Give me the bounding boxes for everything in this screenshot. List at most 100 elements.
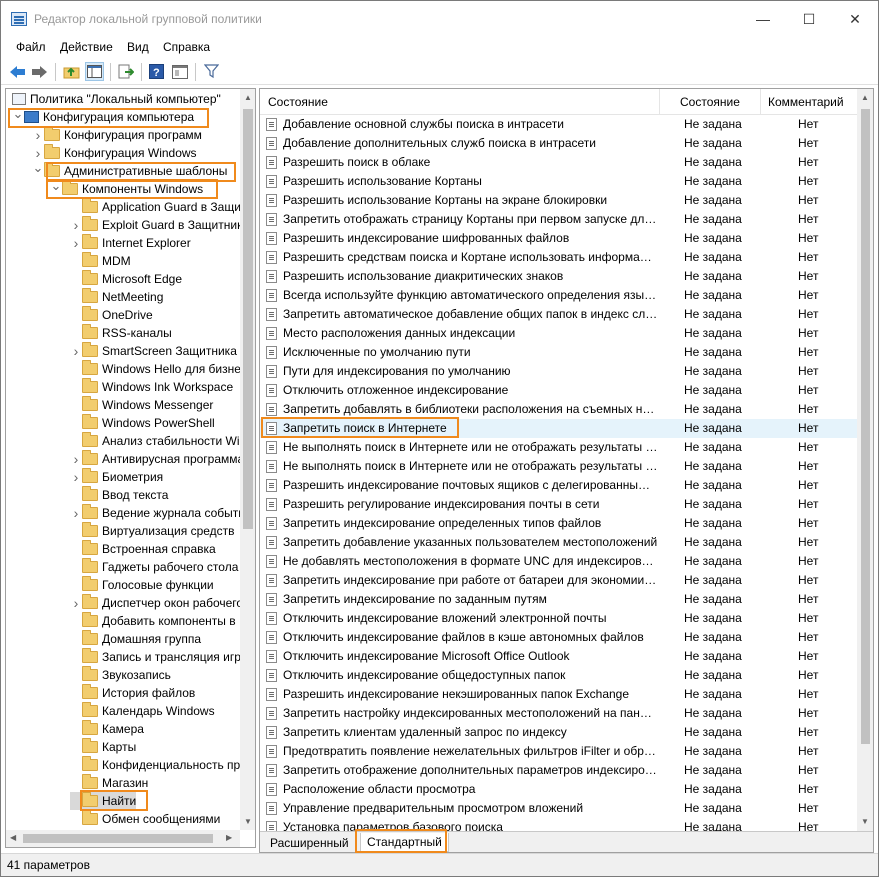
policy-row[interactable]: Запретить настройку индексированных мест… xyxy=(260,704,857,723)
tree-item[interactable]: Камера xyxy=(70,720,144,738)
tree-item[interactable]: ⌄ Компоненты Windows xyxy=(50,177,204,198)
policy-row[interactable]: Отключить индексирование Microsoft Offic… xyxy=(260,647,857,666)
policy-row[interactable]: Запретить добавлять в библиотеки располо… xyxy=(260,400,857,419)
policy-row[interactable]: Запретить автоматическое добавление общи… xyxy=(260,305,857,324)
policy-row[interactable]: Разрешить индексирование некэшированных … xyxy=(260,685,857,704)
tree-item[interactable]: › Exploit Guard в Защитнике xyxy=(70,216,240,234)
tree-item[interactable]: Магазин xyxy=(70,774,148,792)
chevron-right-icon[interactable]: › xyxy=(32,126,44,144)
tree-item[interactable]: Звукозапись xyxy=(70,666,171,684)
list-vertical-scrollbar[interactable]: ▲ ▼ xyxy=(857,89,873,831)
tree-item[interactable]: Windows Messenger xyxy=(70,396,213,414)
tree-item[interactable]: Microsoft Edge xyxy=(70,270,182,288)
chevron-down-icon[interactable]: ⌄ xyxy=(12,105,24,123)
tree-item[interactable]: › SmartScreen Защитника xyxy=(70,342,237,360)
tree-item[interactable]: ⌄ Конфигурация компьютера xyxy=(12,105,195,126)
tree-item[interactable]: Windows PowerShell xyxy=(70,414,215,432)
policy-row[interactable]: Пути для индексирования по умолчанию Не з… xyxy=(260,362,857,381)
policy-row[interactable]: Место расположения данных индексации Не з… xyxy=(260,324,857,343)
policy-row[interactable]: Добавление дополнительных служб поиска в… xyxy=(260,134,857,153)
tree-item[interactable]: Обмен сообщениями xyxy=(70,810,220,828)
policy-row[interactable]: Не выполнять поиск в Интернете или не от… xyxy=(260,457,857,476)
tree-item[interactable]: Домашняя группа xyxy=(70,630,201,648)
tree-item[interactable]: Добавить компоненты в xyxy=(70,612,236,630)
policy-row[interactable]: Разрешить индексирование шифрованных фай… xyxy=(260,229,857,248)
policy-row[interactable]: Запретить отображать страницу Кортаны пр… xyxy=(260,210,857,229)
tab-extended[interactable]: Расширенный xyxy=(264,833,355,852)
close-button[interactable]: ✕ xyxy=(832,1,878,37)
tree-item[interactable]: › Антивирусная программа xyxy=(70,450,240,468)
export-list-icon[interactable] xyxy=(116,62,135,81)
tree-item[interactable]: › Ведение журнала событий xyxy=(70,504,240,522)
tree-item[interactable]: › Internet Explorer xyxy=(70,234,191,252)
column-header-name[interactable]: Состояние xyxy=(268,95,328,109)
policy-row[interactable]: Не добавлять местоположения в формате UN… xyxy=(260,552,857,571)
policy-row[interactable]: Добавление основной службы поиска в интр… xyxy=(260,115,857,134)
chevron-right-icon[interactable]: › xyxy=(70,594,82,612)
tree-item[interactable]: NetMeeting xyxy=(70,288,163,306)
tree-item[interactable]: › Конфигурация программ xyxy=(32,126,202,144)
tree-item[interactable]: Календарь Windows xyxy=(70,702,215,720)
policy-row[interactable]: Разрешить использование Кортаны на экран… xyxy=(260,191,857,210)
menu-help[interactable]: Справка xyxy=(163,40,210,54)
chevron-down-icon[interactable]: ⌄ xyxy=(50,177,62,195)
tree-item[interactable]: RSS-каналы xyxy=(70,324,172,342)
tab-standard[interactable]: Стандартный xyxy=(360,833,449,852)
chevron-right-icon[interactable]: › xyxy=(70,216,82,234)
tree-item[interactable]: Windows Ink Workspace xyxy=(70,378,233,396)
policy-row[interactable]: Не выполнять поиск в Интернете или не от… xyxy=(260,438,857,457)
tree-item[interactable]: Карты xyxy=(70,738,136,756)
policy-row[interactable]: Запретить поиск в Интернете Не задана Нет xyxy=(260,419,857,438)
policy-row[interactable]: Исключенные по умолчанию пути Не задана Не… xyxy=(260,343,857,362)
column-header-comment[interactable]: Комментарий xyxy=(768,95,844,109)
chevron-right-icon[interactable]: › xyxy=(70,234,82,252)
tree-item[interactable]: Анализ стабильности Windows xyxy=(70,432,240,450)
maximize-button[interactable]: ☐ xyxy=(786,1,832,37)
tree-item[interactable]: Встроенная справка xyxy=(70,540,216,558)
policy-row[interactable]: Установка параметров базового поиска Не з… xyxy=(260,818,857,831)
tree-root[interactable]: Политика "Локальный компьютер" xyxy=(12,90,221,108)
chevron-right-icon[interactable]: › xyxy=(70,504,82,522)
tree-item[interactable]: Виртуализация средств xyxy=(70,522,235,540)
policy-row[interactable]: Разрешить индексирование почтовых ящиков… xyxy=(260,476,857,495)
policy-row[interactable]: Всегда используйте функцию автоматическо… xyxy=(260,286,857,305)
chevron-right-icon[interactable]: › xyxy=(70,450,82,468)
tree-item[interactable]: Найти xyxy=(70,792,137,810)
policy-row[interactable]: Отключить индексирование общедоступных п… xyxy=(260,666,857,685)
chevron-right-icon[interactable]: › xyxy=(70,342,82,360)
tree-item[interactable]: Ввод текста xyxy=(70,486,168,504)
forward-icon[interactable] xyxy=(30,62,49,81)
tree-vertical-scrollbar[interactable]: ▲ ▼ xyxy=(240,89,255,830)
policy-row[interactable]: Разрешить использование Кортаны Не задана… xyxy=(260,172,857,191)
policy-row[interactable]: Управление предварительным просмотром вл… xyxy=(260,799,857,818)
help-icon[interactable]: ? xyxy=(147,62,166,81)
policy-row[interactable]: Запретить отображение дополнительных пар… xyxy=(260,761,857,780)
menu-file[interactable]: Файл xyxy=(16,40,46,54)
chevron-down-icon[interactable]: ⌄ xyxy=(32,159,44,177)
tree-item[interactable]: Гаджеты рабочего стола xyxy=(70,558,238,576)
filter-icon[interactable] xyxy=(202,62,221,81)
policy-row[interactable]: Отключить индексирование файлов в кэше а… xyxy=(260,628,857,647)
tree-item[interactable]: › Биометрия xyxy=(70,468,163,486)
policy-row[interactable]: Разрешить регулирование индексирования п… xyxy=(260,495,857,514)
tree-item[interactable]: Голосовые функции xyxy=(70,576,214,594)
policy-row[interactable]: Разрешить поиск в облаке Не задана Нет xyxy=(260,153,857,172)
tree-item[interactable]: История файлов xyxy=(70,684,195,702)
tree-item[interactable]: Конфиденциальность при xyxy=(70,756,240,774)
tree-item[interactable]: MDM xyxy=(70,252,131,270)
policy-row[interactable]: Расположение области просмотра Не задана Н… xyxy=(260,780,857,799)
policy-row[interactable]: Разрешить средствам поиска и Кортане исп… xyxy=(260,248,857,267)
tree-item[interactable]: › Конфигурация Windows xyxy=(32,144,197,162)
title-bar[interactable]: Редактор локальной групповой политики — … xyxy=(1,1,878,37)
tree-item[interactable]: OneDrive xyxy=(70,306,153,324)
chevron-right-icon[interactable]: › xyxy=(70,468,82,486)
column-header-state[interactable]: Состояние xyxy=(680,95,740,109)
minimize-button[interactable]: — xyxy=(740,1,786,37)
tree-item[interactable]: Windows Hello для бизнеса xyxy=(70,360,240,378)
policy-row[interactable]: Предотвратить появление нежелательных фи… xyxy=(260,742,857,761)
policy-row[interactable]: Запретить индексирование при работе от б… xyxy=(260,571,857,590)
policy-row[interactable]: Запретить добавление указанных пользоват… xyxy=(260,533,857,552)
show-hide-tree-icon[interactable] xyxy=(85,62,104,81)
back-icon[interactable] xyxy=(8,62,27,81)
menu-view[interactable]: Вид xyxy=(127,40,149,54)
